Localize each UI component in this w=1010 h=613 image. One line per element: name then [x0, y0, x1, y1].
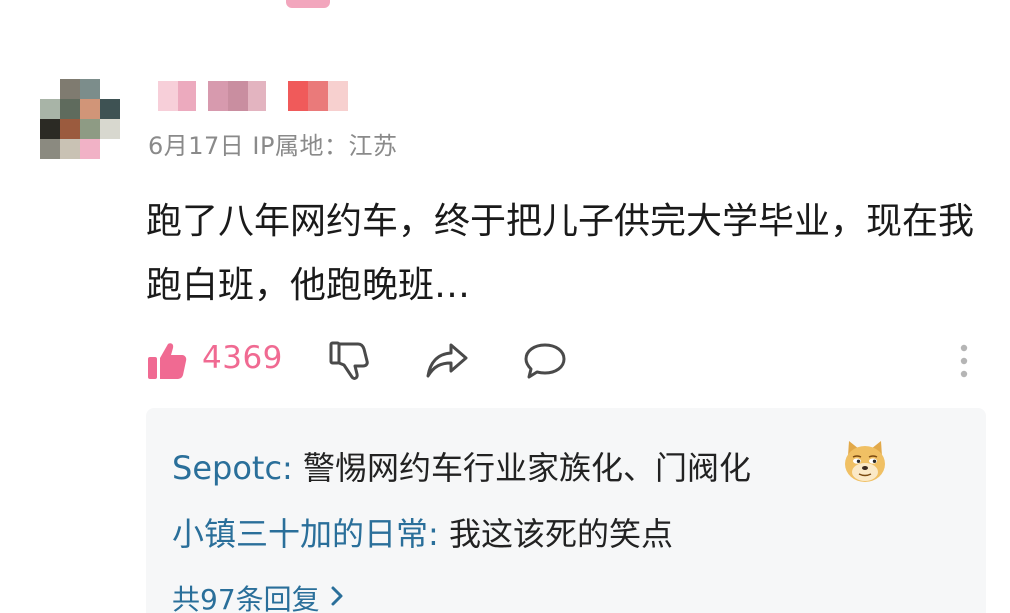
- reply-author[interactable]: 小镇三十加的日常: [172, 515, 428, 553]
- comment-text: 跑了八年网约车，终于把儿子供完大学毕业，现在我跑白班，他跑晚班…: [146, 201, 975, 306]
- comment-page: 6月17日 IP属地：江苏 跑了八年网约车，终于把儿子供完大学毕业，现在我跑白班…: [0, 0, 1010, 613]
- comment-bubble-icon[interactable]: [522, 336, 568, 386]
- reply-preview-box[interactable]: Sepotc: 警惕网约车行业家族化、门阀化 小镇三十加的日常: 我这该死的笑点: [146, 408, 986, 613]
- reply-separator: :: [428, 515, 449, 553]
- username-redacted[interactable]: [158, 80, 348, 112]
- thumbs-up-icon[interactable]: [146, 336, 188, 386]
- view-all-replies-link[interactable]: 共97条回复: [172, 578, 344, 613]
- share-icon[interactable]: [424, 336, 470, 386]
- reply-item[interactable]: 小镇三十加的日常: 我这该死的笑点: [172, 514, 673, 554]
- reply-author[interactable]: Sepotc: [172, 449, 282, 487]
- like-count: 4369: [202, 340, 283, 376]
- reply-separator: :: [282, 449, 303, 487]
- top-tab-indicator[interactable]: [286, 0, 330, 8]
- avatar[interactable]: [40, 79, 120, 159]
- doge-emoji-icon: [840, 436, 890, 486]
- reply-body: 我这该死的笑点: [448, 515, 673, 553]
- reply-body: 警惕网约车行业家族化、门阀化: [302, 449, 751, 487]
- thumbs-down-icon[interactable]: [328, 336, 372, 386]
- action-bar: 4369: [146, 336, 986, 386]
- vertical-dots-icon[interactable]: [952, 336, 976, 386]
- more-replies-label: 共97条回复: [172, 583, 320, 613]
- comment-meta: 6月17日 IP属地：江苏: [148, 132, 398, 160]
- reply-item[interactable]: Sepotc: 警惕网约车行业家族化、门阀化: [172, 448, 751, 488]
- chevron-right-icon: [330, 582, 344, 613]
